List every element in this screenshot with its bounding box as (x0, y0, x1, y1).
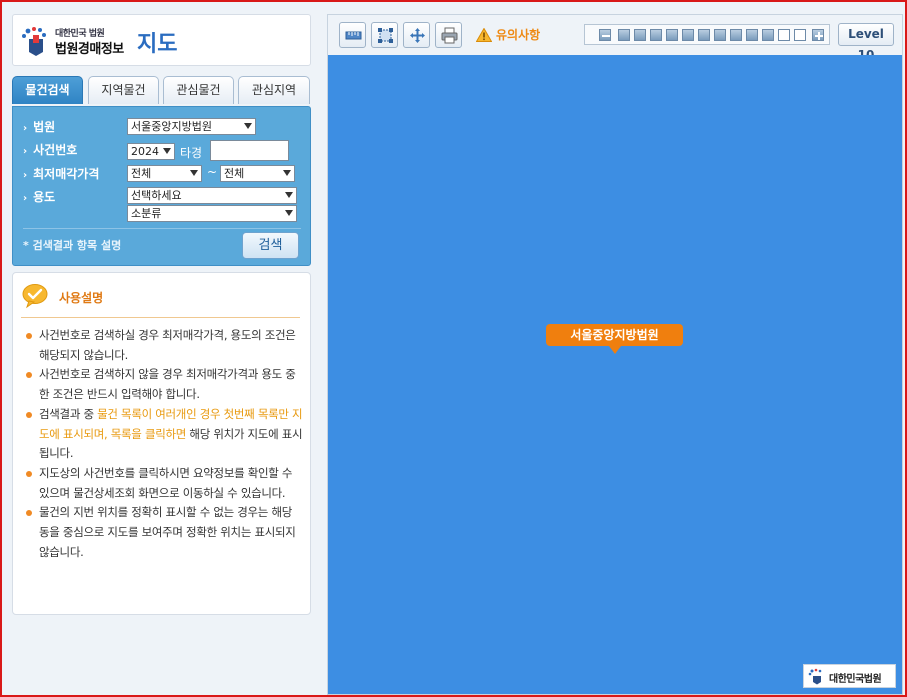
chevron-down-icon (285, 210, 293, 216)
move-arrows-icon (410, 28, 425, 43)
print-button[interactable] (435, 22, 462, 48)
search-tabs: 물건검색 지역물건 관심물건 관심지역 (12, 76, 311, 104)
guide-item: 사건번호로 검색하지 않을 경우 최저매각가격과 용도 중 한 조건은 반드시 … (23, 365, 303, 404)
case-label-row: › 사건번호 (23, 141, 77, 158)
form-divider (23, 228, 301, 229)
zoom-step[interactable] (778, 29, 790, 41)
zoom-step[interactable] (746, 29, 758, 41)
use-label-row: › 용도 (23, 188, 55, 205)
area-measure-button[interactable] (371, 22, 398, 48)
chevron-down-icon (283, 170, 291, 176)
result-help-link[interactable]: * 검색결과 항목 설명 (23, 237, 121, 253)
printer-icon (441, 27, 458, 44)
court-location-marker[interactable]: 서울중앙지방법원 (546, 324, 683, 346)
zoom-step[interactable] (682, 29, 694, 41)
case-number-input[interactable] (210, 140, 289, 161)
distance-ruler-button[interactable] (339, 22, 366, 48)
zoom-step[interactable] (762, 29, 774, 41)
court-label-row: › 법원 (23, 118, 55, 135)
notice-label: 유의사항 (496, 28, 541, 42)
zoom-out-button[interactable] (599, 29, 611, 41)
plus-icon (815, 32, 823, 40)
guide-divider (21, 317, 300, 318)
chevron-down-icon (244, 123, 252, 129)
zoom-level-indicator: Level 10 (838, 23, 894, 62)
price-min-select[interactable]: 전체 (127, 165, 202, 182)
case-type-label: 타경 (180, 146, 203, 160)
usage-guide: 사용설명 사건번호로 검색하실 경우 최저매각가격, 용도의 조건은 해당되지 … (12, 272, 311, 615)
section-title: 지도 (137, 32, 178, 57)
zoom-step[interactable] (698, 29, 710, 41)
zoom-slider[interactable] (584, 24, 830, 45)
court-label: 법원 (33, 120, 56, 134)
tab-favorite-items[interactable]: 관심물건 (163, 76, 234, 104)
guide-item: 지도상의 사건번호를 클릭하시면 요약정보를 확인할 수 있으며 물건상세조회 … (23, 464, 303, 503)
map-canvas[interactable]: 서울중앙지방법원 대한민국법원 (328, 55, 902, 694)
tab-item-search[interactable]: 물건검색 (12, 76, 83, 104)
zoom-step[interactable] (794, 29, 806, 41)
court-emblem-icon (22, 27, 46, 56)
price-max-select[interactable]: 전체 (220, 165, 295, 182)
zoom-step[interactable] (618, 29, 630, 41)
price-label-row: › 최저매각가격 (23, 165, 99, 182)
subcategory-select[interactable]: 소분류 (127, 205, 297, 222)
price-min-value: 전체 (131, 167, 152, 180)
guide-list: 사건번호로 검색하실 경우 최저매각가격, 용도의 조건은 해당되지 않습니다.… (23, 326, 303, 562)
use-select[interactable]: 선택하세요 (127, 187, 297, 204)
zoom-step[interactable] (714, 29, 726, 41)
case-label: 사건번호 (33, 143, 78, 157)
zoom-step[interactable] (666, 29, 678, 41)
tab-favorite-regions[interactable]: 관심지역 (238, 76, 310, 104)
chevron-down-icon (190, 170, 198, 176)
price-range-separator: ~ (207, 165, 218, 179)
price-label: 최저매각가격 (33, 167, 100, 181)
court-select-value: 서울중앙지방법원 (131, 120, 212, 133)
search-button[interactable]: 검색 (242, 232, 299, 259)
area-select-icon (378, 28, 393, 43)
price-max-value: 전체 (224, 167, 245, 180)
page-frame: 대한민국 법원 법원경매정보 지도 물건검색 지역물건 관심물건 관심지역 › 법… (0, 0, 907, 697)
subcategory-select-value: 소분류 (131, 207, 162, 220)
guide-title: 사용설명 (59, 291, 104, 305)
zoom-step[interactable] (650, 29, 662, 41)
case-year-value: 2024 (131, 145, 159, 158)
warning-icon (476, 28, 492, 42)
left-panel: 대한민국 법원 법원경매정보 지도 물건검색 지역물건 관심물건 관심지역 › 법… (12, 14, 311, 694)
search-form: › 법원 서울중앙지방법원 › 사건번호 2024 타경 › 최저매각가격 전체 (12, 106, 311, 266)
bullet-arrow-icon: › (23, 146, 28, 157)
case-year-select[interactable]: 2024 (127, 143, 175, 160)
notice-link[interactable]: 유의사항 (476, 26, 540, 43)
pan-button[interactable] (403, 22, 430, 48)
zoom-step[interactable] (634, 29, 646, 41)
guide-item: 검색결과 중 물건 목록이 여러개인 경우 첫번째 목록만 지도에 표시되며, … (23, 405, 303, 464)
chevron-down-icon (285, 192, 293, 198)
ruler-icon (345, 31, 362, 40)
map-court-logo: 대한민국법원 (803, 664, 896, 688)
use-label: 용도 (33, 190, 56, 204)
marker-pointer (609, 346, 621, 354)
chevron-down-icon (163, 148, 171, 154)
use-select-value: 선택하세요 (131, 189, 182, 202)
guide-item-text: 검색결과 중 (39, 406, 98, 421)
bullet-arrow-icon: › (23, 193, 28, 204)
map-toolbar: 유의사항 Level (328, 15, 902, 62)
court-emblem-icon (808, 668, 822, 685)
org-main-text: 법원경매정보 (55, 42, 124, 57)
zoom-step[interactable] (730, 29, 742, 41)
bullet-arrow-icon: › (23, 123, 28, 134)
guide-item: 물건의 지번 위치를 정확히 표시할 수 없는 경우는 해당 동을 중심으로 지… (23, 503, 303, 562)
guide-item: 사건번호로 검색하실 경우 최저매각가격, 용도의 조건은 해당되지 않습니다. (23, 326, 303, 365)
speech-bubble-check-icon (22, 284, 48, 309)
map-panel: 유의사항 Level 서울중앙지방법원 대한민국법원 (327, 14, 903, 695)
tab-region-items[interactable]: 지역물건 (88, 76, 159, 104)
zoom-in-button[interactable] (812, 29, 824, 41)
logo[interactable]: 대한민국 법원 법원경매정보 지도 (12, 14, 311, 66)
bullet-arrow-icon: › (23, 170, 28, 181)
court-select[interactable]: 서울중앙지방법원 (127, 118, 256, 135)
minus-icon (602, 35, 610, 37)
map-logo-text: 대한민국법원 (829, 674, 882, 685)
